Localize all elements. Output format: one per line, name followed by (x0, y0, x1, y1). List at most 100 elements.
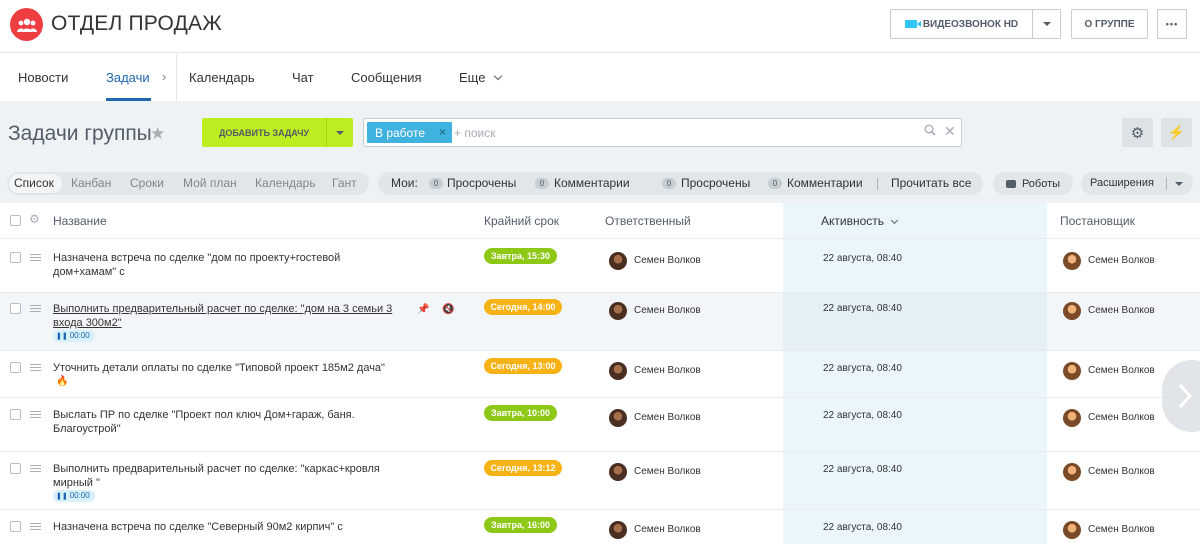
drag-handle-icon[interactable] (30, 364, 41, 371)
view-tab-calendar[interactable]: Календарь (255, 176, 316, 190)
timer-badge[interactable]: ❚❚ 00:00 (53, 490, 95, 502)
gear-icon[interactable]: ⚙ (29, 212, 40, 226)
table-row[interactable]: Выполнить предварительный расчет по сдел… (0, 452, 1200, 510)
deadline-badge[interactable]: Завтра, 15:30 (484, 248, 557, 264)
tab-messages[interactable]: Сообщения (351, 70, 422, 85)
avatar[interactable] (609, 362, 627, 380)
row-checkbox[interactable] (10, 362, 21, 373)
task-title[interactable]: Уточнить детали оплаты по сделке "Типово… (53, 361, 398, 375)
overdue-label[interactable]: Просрочены (681, 176, 750, 190)
task-title[interactable]: Выполнить предварительный расчет по сдел… (53, 462, 398, 490)
column-responsible[interactable]: Ответственный (605, 214, 691, 228)
task-title[interactable]: Выполнить предварительный расчет по сдел… (53, 302, 398, 330)
tab-news[interactable]: Новости (18, 70, 68, 85)
deadline-badge[interactable]: Завтра, 10:00 (484, 405, 557, 421)
creator-name[interactable]: Семен Волков (1088, 412, 1155, 423)
my-overdue-label[interactable]: Просрочены (447, 176, 516, 190)
avatar[interactable] (1063, 521, 1081, 539)
view-tab-list[interactable]: Список (14, 176, 54, 190)
row-checkbox[interactable] (10, 409, 21, 420)
automation-button[interactable]: ⚡ (1161, 118, 1192, 147)
avatar[interactable] (1063, 302, 1081, 320)
avatar[interactable] (609, 463, 627, 481)
drag-handle-icon[interactable] (30, 254, 41, 261)
add-task-menu-button[interactable] (326, 118, 353, 147)
tab-chat[interactable]: Чат (292, 70, 314, 85)
responsible-name[interactable]: Семен Волков (634, 305, 701, 316)
column-deadline[interactable]: Крайний срок (484, 214, 559, 228)
settings-button[interactable]: ⚙ (1122, 118, 1153, 147)
table-row[interactable]: Назначена встреча по сделке "Северный 90… (0, 510, 1200, 544)
tab-tasks[interactable]: Задачи (106, 70, 150, 85)
creator-name[interactable]: Семен Волков (1088, 365, 1155, 376)
drag-handle-icon[interactable] (30, 305, 41, 312)
creator-name[interactable]: Семен Волков (1088, 255, 1155, 266)
row-checkbox[interactable] (10, 252, 21, 263)
comments-label[interactable]: Комментарии (787, 176, 863, 190)
filter-search-box[interactable]: В работе × ✕ (363, 118, 962, 147)
task-title[interactable]: Назначена встреча по сделке "дом по прое… (53, 251, 398, 279)
column-creator[interactable]: Постановщик (1060, 214, 1135, 228)
close-icon[interactable]: × (439, 125, 446, 139)
row-checkbox[interactable] (10, 521, 21, 532)
creator-name[interactable]: Семен Волков (1088, 466, 1155, 477)
avatar[interactable] (609, 252, 627, 270)
more-button[interactable]: ••• (1157, 9, 1187, 39)
mute-icon[interactable]: 🔇 (442, 304, 454, 315)
search-icon[interactable] (924, 124, 936, 139)
avatar[interactable] (1063, 463, 1081, 481)
my-overdue-count[interactable]: 0 (429, 178, 443, 189)
star-icon[interactable]: ★ (150, 124, 165, 144)
responsible-name[interactable]: Семен Волков (634, 466, 701, 477)
row-checkbox[interactable] (10, 303, 21, 314)
column-activity[interactable]: Активность (821, 214, 899, 228)
tab-calendar[interactable]: Календарь (189, 70, 255, 85)
add-task-button[interactable]: ДОБАВИТЬ ЗАДАЧУ (202, 118, 326, 147)
avatar[interactable] (1063, 252, 1081, 270)
drag-handle-icon[interactable] (30, 523, 41, 530)
tab-more[interactable]: Еще (459, 70, 503, 85)
extensions-button[interactable]: Расширения (1081, 172, 1193, 195)
comments-count[interactable]: 0 (768, 178, 782, 189)
column-title[interactable]: Название (53, 214, 107, 228)
table-row[interactable]: Назначена встреча по сделке "дом по прое… (0, 239, 1200, 293)
view-tab-my-plan[interactable]: Мой план (183, 176, 237, 190)
row-checkbox[interactable] (10, 463, 21, 474)
table-row[interactable]: Выполнить предварительный расчет по сдел… (0, 293, 1200, 351)
responsible-name[interactable]: Семен Волков (634, 255, 701, 266)
responsible-name[interactable]: Семен Волков (634, 524, 701, 535)
deadline-badge[interactable]: Сегодня, 13:12 (484, 460, 562, 476)
close-icon[interactable]: ✕ (944, 123, 956, 140)
table-row[interactable]: Выслать ПР по сделке "Проект пол ключ До… (0, 398, 1200, 452)
avatar[interactable] (609, 409, 627, 427)
pin-icon[interactable]: 📌 (417, 304, 429, 315)
avatar[interactable] (1063, 409, 1081, 427)
responsible-name[interactable]: Семен Волков (634, 412, 701, 423)
view-tab-gantt[interactable]: Гант (332, 176, 357, 190)
avatar[interactable] (1063, 362, 1081, 380)
overdue-count[interactable]: 0 (662, 178, 676, 189)
avatar[interactable] (609, 302, 627, 320)
drag-handle-icon[interactable] (30, 411, 41, 418)
creator-name[interactable]: Семен Волков (1088, 524, 1155, 535)
deadline-badge[interactable]: Сегодня, 14:00 (484, 299, 562, 315)
deadline-badge[interactable]: Сегодня, 13:00 (484, 358, 562, 374)
table-row[interactable]: Уточнить детали оплаты по сделке "Типово… (0, 351, 1200, 398)
task-title[interactable]: Выслать ПР по сделке "Проект пол ключ До… (53, 408, 398, 436)
deadline-badge[interactable]: Завтра, 16:00 (484, 517, 557, 533)
my-comments-label[interactable]: Комментарии (554, 176, 630, 190)
task-title[interactable]: Назначена встреча по сделке "Северный 90… (53, 520, 398, 534)
about-group-button[interactable]: О ГРУППЕ (1071, 9, 1148, 39)
view-tab-deadlines[interactable]: Сроки (130, 176, 164, 190)
video-call-menu-button[interactable] (1032, 9, 1061, 39)
my-comments-count[interactable]: 0 (535, 178, 549, 189)
search-input[interactable] (454, 123, 914, 143)
view-tab-kanban[interactable]: Канбан (71, 176, 111, 190)
drag-handle-icon[interactable] (30, 465, 41, 472)
filter-chip-in-progress[interactable]: В работе × (367, 122, 452, 143)
robots-button[interactable]: Роботы (993, 172, 1073, 195)
creator-name[interactable]: Семен Волков (1088, 305, 1155, 316)
read-all-link[interactable]: Прочитать все (891, 176, 971, 190)
group-icon[interactable] (10, 8, 43, 41)
avatar[interactable] (609, 521, 627, 539)
